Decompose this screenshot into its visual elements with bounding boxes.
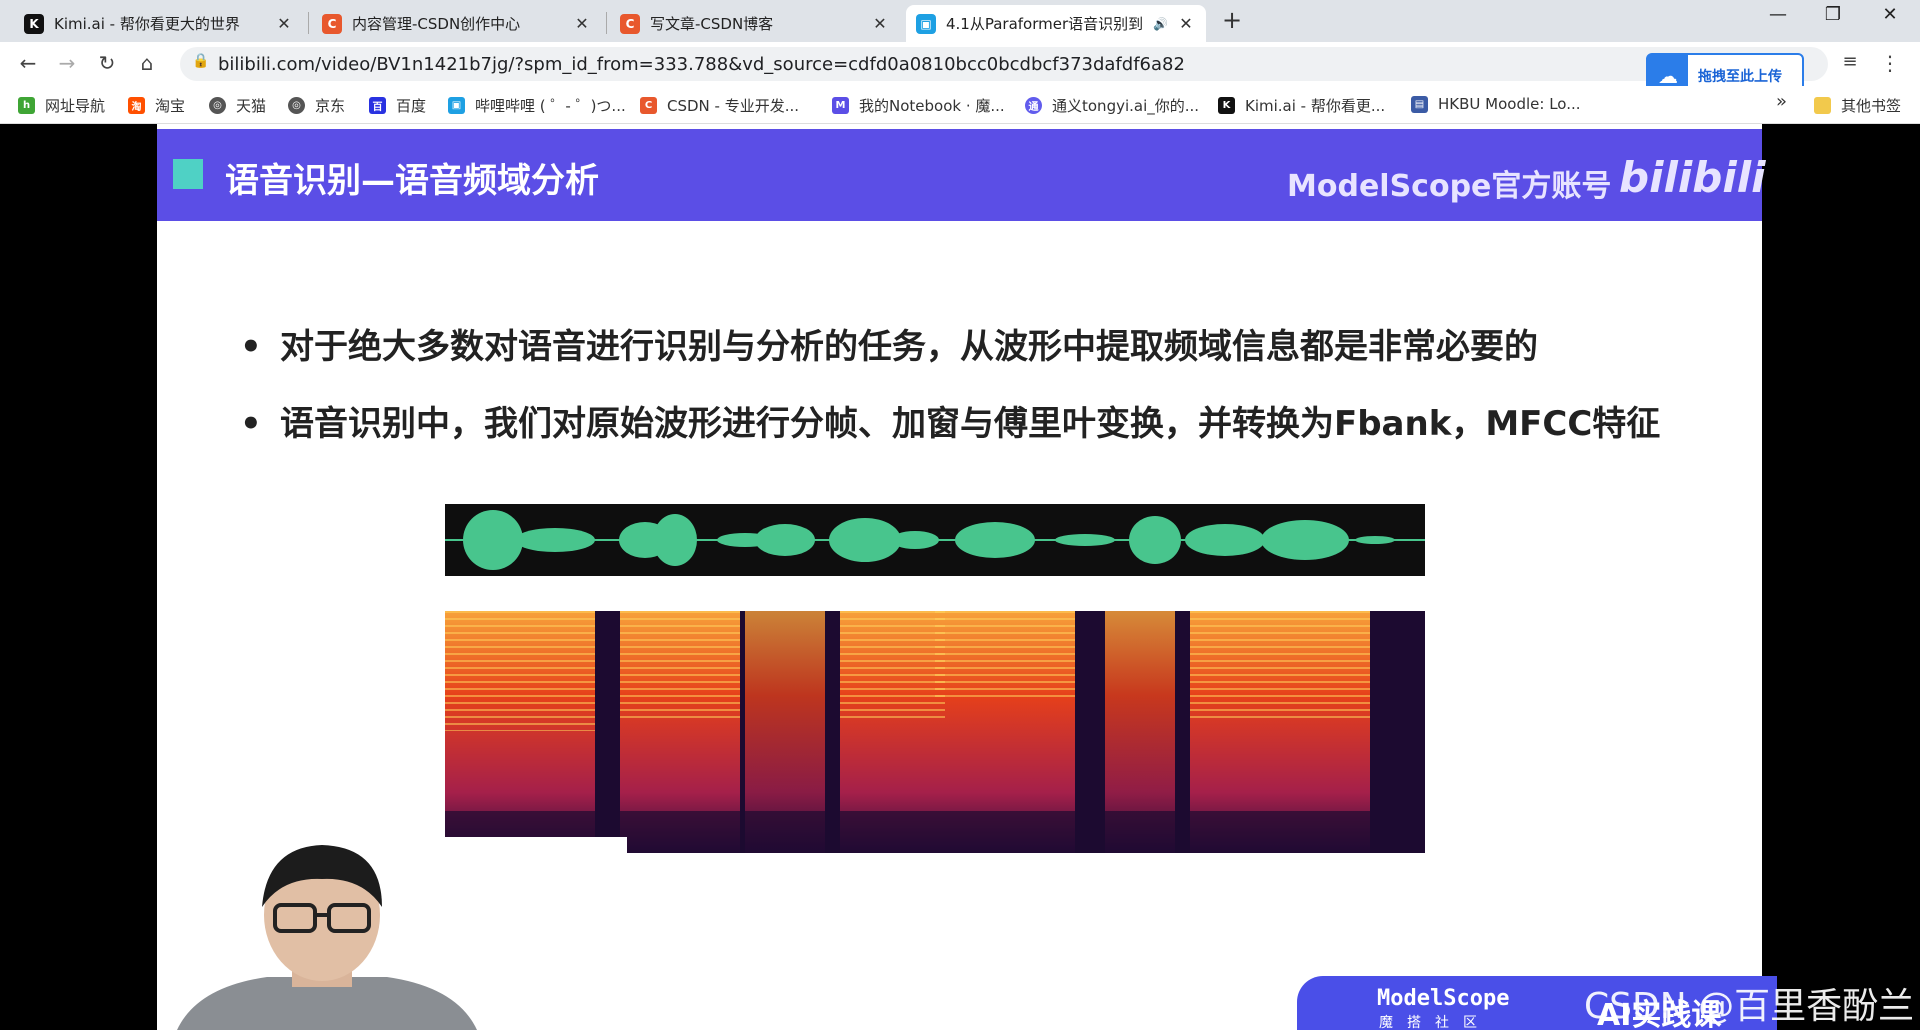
address-bar[interactable]: 🔒 bilibili.com/video/BV1n1421b7jg/?spm_i… — [180, 47, 1828, 81]
bookmark-label: CSDN - 专业开发... — [667, 97, 800, 115]
new-tab-button[interactable]: + — [1222, 6, 1242, 34]
toolbar: ← → ↻ ⌂ 🔒 bilibili.com/video/BV1n1421b7j… — [0, 42, 1920, 86]
bookmark-label: 天猫 — [236, 97, 267, 115]
slide-header: 语音识别—语音频域分析 ModelScope官方账号 bilibili — [157, 129, 1766, 221]
modelscope-icon: M — [832, 97, 849, 114]
bookmark-tongyi[interactable]: 通通义tongyi.ai_你的... — [1025, 95, 1199, 116]
video-player[interactable]: 语音识别—语音频域分析 ModelScope官方账号 bilibili • 对于绝… — [0, 124, 1920, 1030]
globe-icon: ◎ — [288, 97, 305, 114]
title-marker — [173, 159, 203, 189]
bookmark-label: 百度 — [396, 97, 427, 115]
bilibili-tv-icon: ▣ — [916, 13, 936, 34]
presenter-webcam — [157, 837, 627, 1030]
forward-button[interactable]: → — [53, 51, 81, 75]
modelscope-logo: ModelScope — [1377, 986, 1510, 1011]
csdn-icon: C — [620, 13, 640, 34]
kimi-icon: K — [24, 13, 44, 34]
reading-list-icon[interactable]: ≡ — [1836, 51, 1864, 72]
restore-button[interactable]: ❐ — [1813, 4, 1853, 25]
bilibili-icon: ▣ — [448, 97, 465, 114]
tab-csdn-content[interactable]: C 内容管理-CSDN创作中心 ✕ — [312, 5, 602, 42]
bookmark-kimi[interactable]: K Kimi.ai - 帮你看更... — [1218, 95, 1385, 116]
close-icon[interactable]: ✕ — [870, 14, 890, 33]
reload-button[interactable]: ↻ — [93, 51, 121, 75]
bookmark-label: 网址导航 — [45, 97, 106, 115]
tab-title: 写文章-CSDN博客 — [650, 15, 774, 33]
bookmark-jd[interactable]: ◎ 京东 — [288, 95, 345, 116]
spectrogram-image — [445, 611, 1425, 853]
bullet-dot: • — [240, 404, 262, 444]
bullet-text: 语音识别中，我们对原始波形进行分帧、加窗与傅里叶变换，并转换为Fbank，MFC… — [280, 404, 1661, 444]
modelscope-brand: ModelScope官方账号 — [1287, 169, 1612, 204]
modelscope-sub: 魔搭社区 — [1379, 1015, 1491, 1030]
bookmark-label: 通义tongyi.ai_你的... — [1052, 97, 1200, 115]
bilibili-logo: bilibili — [1619, 153, 1766, 202]
tab-strip: K Kimi.ai - 帮你看更大的世界 ✕ C 内容管理-CSDN创作中心 ✕… — [0, 0, 1920, 42]
moodle-icon: ▤ — [1411, 95, 1428, 113]
bookmark-hao123[interactable]: h 网址导航 — [18, 95, 105, 116]
bookmark-taobao[interactable]: 淘淘宝 — [128, 95, 185, 116]
kimi-icon: K — [1218, 97, 1235, 114]
close-icon[interactable]: ✕ — [274, 14, 294, 33]
tab-kimi[interactable]: K Kimi.ai - 帮你看更大的世界 ✕ — [14, 5, 304, 42]
bookmark-label: 我的Notebook · 魔... — [859, 97, 1005, 115]
folder-icon — [1814, 97, 1831, 114]
slide-title: 语音识别—语音频域分析 — [225, 161, 599, 201]
bookmark-notebook[interactable]: M 我的Notebook · 魔... — [832, 95, 1005, 116]
menu-icon[interactable]: ⋮ — [1876, 51, 1904, 75]
bookmark-label: 京东 — [315, 97, 346, 115]
url-text[interactable]: bilibili.com/video/BV1n1421b7jg/?spm_id_… — [218, 54, 1185, 75]
bookmarks-overflow-button[interactable]: » — [1776, 91, 1787, 112]
tab-divider — [606, 12, 607, 34]
other-bookmarks[interactable]: 其他书签 — [1814, 95, 1901, 116]
tab-title: Kimi.ai - 帮你看更大的世界 — [54, 15, 240, 33]
baidu-icon: 百 — [369, 97, 386, 114]
tongyi-icon: 通 — [1025, 97, 1042, 114]
speaker-icon[interactable]: 🔊 — [1153, 17, 1168, 31]
tab-title: 内容管理-CSDN创作中心 — [352, 15, 521, 33]
bullet-text: 对于绝大多数对语音进行识别与分析的任务，从波形中提取频域信息都是非常必要的 — [280, 327, 1538, 367]
tab-divider — [308, 12, 309, 34]
slide-bullet: • 语音识别中，我们对原始波形进行分帧、加窗与傅里叶变换，并转换为Fbank，MF… — [240, 396, 1660, 445]
slide-bullet: • 对于绝大多数对语音进行识别与分析的任务，从波形中提取频域信息都是非常必要的 — [240, 319, 1538, 368]
csdn-watermark: CSDN @百里香酚兰 — [1584, 986, 1915, 1027]
hao123-icon: h — [18, 97, 35, 114]
bookmark-bilibili[interactable]: ▣ 哔哩哔哩 ( ゜- ゜)つ... — [448, 95, 626, 116]
bookmark-label: 淘宝 — [155, 97, 186, 115]
home-button[interactable]: ⌂ — [133, 51, 161, 75]
close-icon[interactable]: ✕ — [572, 14, 592, 33]
csdn-icon: C — [322, 13, 342, 34]
bookmark-label: 哔哩哔哩 ( ゜- ゜)つ... — [475, 97, 626, 115]
minimize-button[interactable]: — — [1758, 4, 1798, 25]
bookmark-tmall[interactable]: ◎ 天猫 — [209, 95, 266, 116]
bullet-dot: • — [240, 327, 262, 367]
globe-icon: ◎ — [209, 97, 226, 114]
csdn-icon: C — [640, 97, 657, 114]
back-button[interactable]: ← — [14, 51, 42, 75]
bookmark-label: HKBU Moodle: Lo... — [1438, 95, 1581, 113]
tab-bilibili-active[interactable]: ▣ 4.1从Paraformer语音识别到 🔊 ✕ — [906, 5, 1206, 42]
window-close-button[interactable]: ✕ — [1870, 4, 1910, 25]
waveform-image — [445, 504, 1425, 576]
taobao-icon: 淘 — [128, 97, 145, 114]
bookmark-label: Kimi.ai - 帮你看更... — [1245, 97, 1386, 115]
bookmarks-bar: h 网址导航 淘淘宝 ◎ 天猫 ◎ 京东 百百度 ▣ 哔哩哔哩 ( ゜- ゜)つ... … — [0, 86, 1920, 124]
bookmark-label: 其他书签 — [1841, 97, 1902, 115]
bookmark-baidu[interactable]: 百百度 — [369, 95, 426, 116]
slide: 语音识别—语音频域分析 ModelScope官方账号 bilibili • 对于绝… — [157, 124, 1777, 1030]
bookmark-moodle[interactable]: ▤ HKBU Moodle: Lo... — [1411, 95, 1581, 113]
tab-csdn-write[interactable]: C 写文章-CSDN博客 ✕ — [610, 5, 900, 42]
tab-title: 4.1从Paraformer语音识别到 — [946, 15, 1144, 33]
close-icon[interactable]: ✕ — [1176, 14, 1196, 33]
lock-icon[interactable]: 🔒 — [192, 53, 209, 69]
bookmark-csdn[interactable]: C CSDN - 专业开发... — [640, 95, 799, 116]
upload-label: 拖拽至此上传 — [1698, 69, 1782, 85]
